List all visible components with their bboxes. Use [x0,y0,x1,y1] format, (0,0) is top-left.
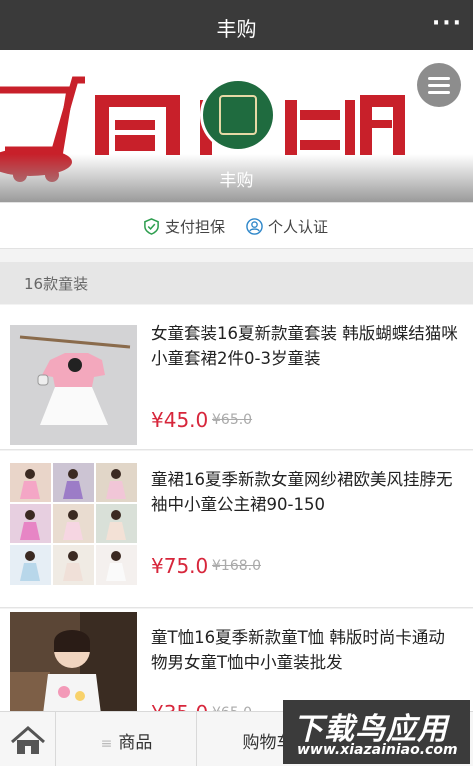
page-title: 丰购 [216,17,257,41]
product-name[interactable]: 童T恤16夏季新款童T恤 韩版时尚卡通动物男女童T恤中小童装批发 [151,625,461,675]
more-icon[interactable]: ··· [432,11,463,36]
personal-verify-label: 个人认证 [268,218,329,236]
category-header: 16款童装 [0,262,473,304]
product-original-price: ¥65.0 [212,412,253,428]
goods-label: 商品 [118,733,153,753]
top-bar: 丰购 ··· [0,0,473,50]
product-item[interactable]: 女童套装16夏新款童套装 韩版蝴蝶结猫咪小童套裙2件0-3岁童装 ¥45.0 ¥… [0,305,473,450]
personal-verify[interactable]: 个人认证 [246,216,328,237]
trust-bar: 支付担保 个人认证 [0,202,473,249]
shield-check-icon [144,218,159,235]
product-price: ¥75.0 [151,554,209,578]
pay-guarantee-label: 支付担保 [165,218,226,236]
menu-button[interactable] [417,63,461,107]
list-icon: ≡ [100,736,113,752]
home-icon [11,726,45,754]
product-name[interactable]: 童裙16夏季新款女童网纱裙欧美风挂脖无袖中小童公主裙90-150 [151,467,461,517]
shop-banner[interactable]: 丰购 [0,50,473,202]
product-price: ¥45.0 [151,408,209,432]
watermark-url: www.xiazainiao.com [297,742,458,758]
pay-guarantee[interactable]: 支付担保 [143,216,225,237]
product-original-price: ¥168.0 [212,558,261,574]
home-button[interactable] [0,712,56,766]
goods-tab[interactable]: ≡ 商品 [57,712,197,766]
shop-name: 丰购 [219,171,254,191]
shop-logo [200,78,276,152]
user-verify-icon [246,218,263,235]
product-image[interactable] [10,325,137,445]
product-item[interactable]: 童裙16夏季新款女童网纱裙欧美风挂脖无袖中小童公主裙90-150 ¥75.0 ¥… [0,451,473,608]
product-image[interactable] [10,612,137,722]
product-name[interactable]: 女童套装16夏新款童套装 韩版蝴蝶结猫咪小童套裙2件0-3岁童装 [151,321,461,371]
product-image[interactable] [10,463,137,585]
watermark: 下载鸟应用 www.xiazainiao.com [283,700,470,764]
